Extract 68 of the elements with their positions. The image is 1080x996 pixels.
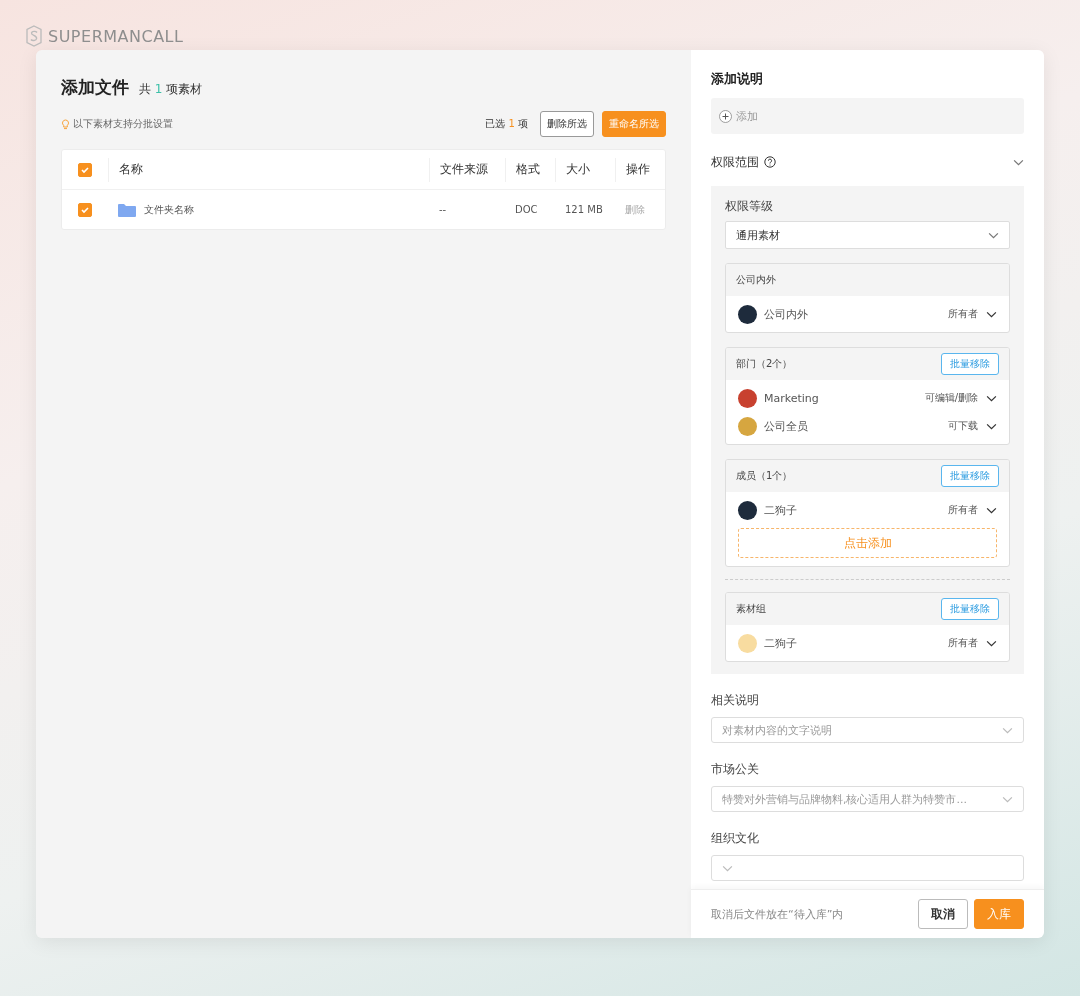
role-dropdown[interactable]: 可编辑/删除 [924,391,997,405]
checkbox[interactable] [78,162,92,177]
field-label: 组织文化 [711,830,760,847]
logo-icon [26,25,42,47]
batch-remove-button[interactable]: 批量移除 [941,465,999,487]
file-name: 文件夹名称 [144,202,194,217]
column-header: 名称 [108,157,429,182]
add-description-button[interactable]: 添加 [711,98,1024,134]
field-label: 相关说明 [711,692,760,709]
checkbox[interactable] [78,202,92,217]
checkmark-icon [80,164,90,175]
folder-icon [118,202,136,217]
plus-icon [719,109,732,123]
table-cell: 121 MB [565,204,603,215]
level-select[interactable]: 通用素材 [725,221,1010,249]
chevron-down-icon [988,231,999,239]
chevron-down-icon [722,864,733,872]
chevron-down-icon [1002,726,1013,734]
help-icon [764,156,776,168]
chevron-down-icon [986,310,997,318]
batch-remove-button[interactable]: 批量移除 [941,353,999,375]
hint-text: 以下素材支持分批设置 [73,117,173,131]
member-name: 公司内外 [764,306,809,322]
group-title: 成员（1个） [736,469,793,483]
group-title: 素材组 [736,602,766,616]
chevron-down-icon [1002,795,1013,803]
brand-name: SUPERMANCALL [48,26,184,46]
footer-note: 取消后文件放在“待入库”内 [711,906,845,922]
section-title: 添加说明 [711,70,764,88]
chevron-down-icon [986,639,997,647]
column-header: 操作 [615,157,665,182]
chevron-down-icon [986,506,997,514]
checkmark-icon [80,204,90,215]
role-dropdown[interactable]: 所有者 [948,307,997,321]
selected-count: 已选 1 项 [485,117,528,131]
submit-button[interactable]: 入库 [974,899,1024,929]
member-name: 公司全员 [764,418,809,434]
chevron-down-icon [986,422,997,430]
role-dropdown[interactable]: 所有者 [948,636,997,650]
field-label: 市场公关 [711,761,760,778]
rename-selected-button[interactable]: 重命名所选 [602,111,666,137]
item-count: 共 1 项素材 [139,81,203,98]
group-title: 部门（2个） [736,357,793,371]
role-dropdown[interactable]: 所有者 [948,503,997,517]
section-label: 权限范围 [711,153,759,171]
lightbulb-icon [61,118,70,130]
input-field[interactable] [711,855,1024,881]
group-title: 公司内外 [736,273,776,287]
field-label: 权限等级 [725,198,774,215]
input-field[interactable]: 特赞对外营销与品牌物料,核心适用人群为特赞市... [711,786,1024,812]
cancel-button[interactable]: 取消 [918,899,968,929]
chevron-down-icon [1013,158,1024,166]
page-title: 添加文件 [61,76,129,99]
table-cell: DOC [515,204,538,215]
member-name: 二狗子 [764,502,798,518]
column-header: 文件来源 [429,157,505,182]
member-name: 二狗子 [764,635,798,651]
input-field[interactable]: 对素材内容的文字说明 [711,717,1024,743]
column-header: 大小 [555,157,615,182]
chevron-down-icon [986,394,997,402]
add-member-button[interactable]: 点击添加 [738,528,997,558]
role-dropdown[interactable]: 可下载 [948,419,997,433]
delete-selected-button[interactable]: 删除所选 [540,111,594,137]
batch-remove-button[interactable]: 批量移除 [941,598,999,620]
member-name: Marketing [764,391,820,405]
column-header: 格式 [505,157,555,182]
table-cell: -- [439,204,447,215]
delete-link[interactable]: 删除 [625,202,645,217]
